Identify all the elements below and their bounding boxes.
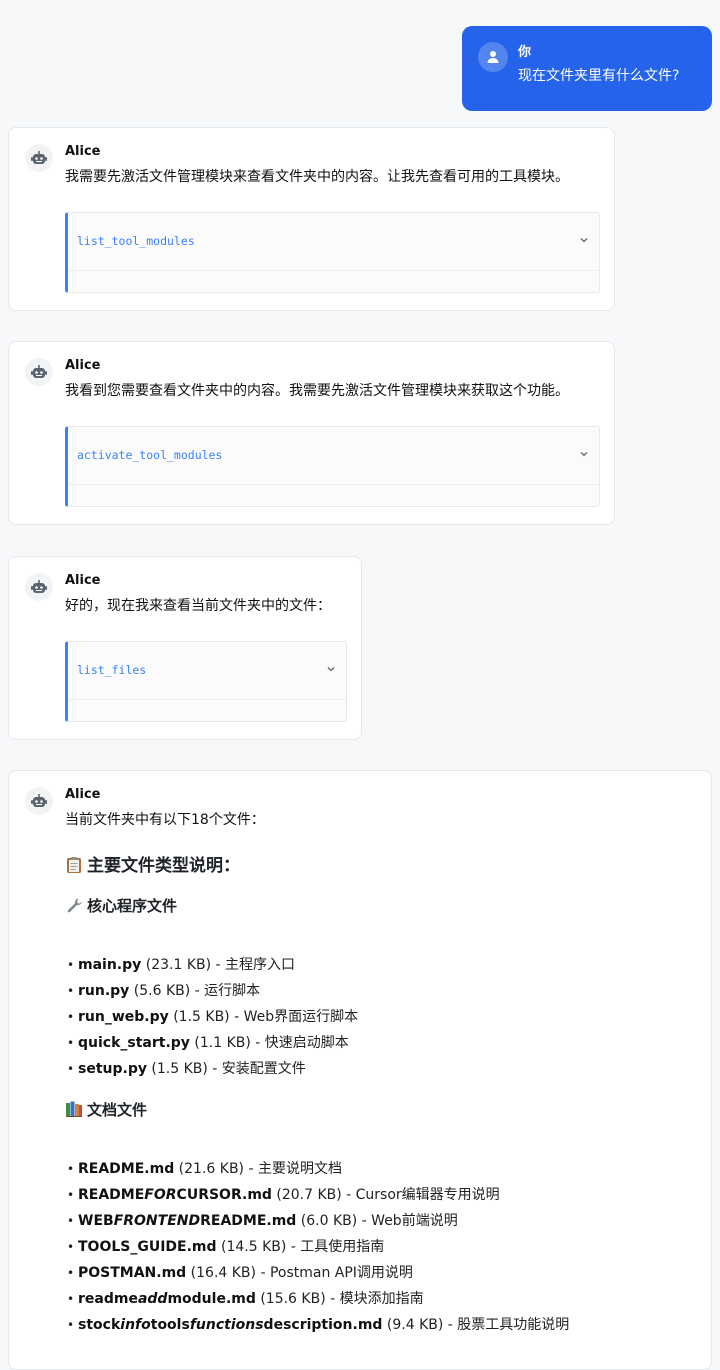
section-heading: 主要文件类型说明： (65, 851, 240, 876)
file-name: run.py (78, 983, 130, 999)
file-name: READMEFORCURSOR.md (78, 1187, 272, 1203)
robot-icon (31, 151, 47, 164)
file-detail: (21.6 KB) - 主要说明文档 (174, 1161, 342, 1177)
tool-call-panel[interactable]: activate_tool_modules (65, 426, 600, 507)
file-name: setup.py (78, 1061, 147, 1077)
subsection-heading: 文档文件 (65, 1099, 147, 1120)
tool-call-name: list_files (77, 663, 147, 677)
books-icon (66, 1101, 82, 1117)
message-text: 好的，现在我来查看当前文件夹中的文件： (65, 598, 331, 614)
message-text: 我需要先激活文件管理模块来查看文件夹中的内容。让我先查看可用的工具模块。 (65, 169, 569, 185)
chevron-down-icon[interactable] (326, 664, 336, 674)
file-detail: (20.7 KB) - Cursor编辑器专用说明 (271, 1187, 500, 1203)
file-list: README.md (21.6 KB) - 主要说明文档 READMEFORCU… (65, 1156, 569, 1338)
robot-icon (31, 365, 47, 378)
subsection-title: 文档文件 (87, 1101, 148, 1119)
user-avatar (478, 42, 508, 72)
bot-name: Alice (65, 573, 101, 588)
chevron-down-icon[interactable] (579, 235, 589, 245)
file-name: README.md (78, 1161, 175, 1177)
file-detail: (6.0 KB) - Web前端说明 (296, 1213, 458, 1229)
file-detail: (9.4 KB) - 股票工具功能说明 (382, 1317, 570, 1333)
file-detail: (14.5 KB) - 工具使用指南 (216, 1239, 385, 1255)
tool-call-header[interactable]: list_files (68, 642, 346, 700)
file-list: main.py (23.1 KB) - 主程序入口 run.py (5.6 KB… (65, 952, 358, 1082)
file-detail: (1.1 KB) - 快速启动脚本 (189, 1035, 349, 1051)
bot-avatar (25, 144, 53, 172)
assistant-message: Alice 我需要先激活文件管理模块来查看文件夹中的内容。让我先查看可用的工具模… (8, 127, 615, 311)
file-detail: (1.5 KB) - 安装配置文件 (146, 1061, 306, 1077)
bot-name: Alice (65, 144, 101, 159)
tool-call-header[interactable]: list_tool_modules (68, 213, 599, 271)
assistant-message: Alice 我看到您需要查看文件夹中的内容。我需要先激活文件管理模块来获取这个功… (8, 341, 615, 525)
bot-avatar (25, 573, 53, 601)
user-message-bubble: 你 现在文件夹里有什么文件? (462, 26, 712, 111)
user-icon (487, 51, 499, 63)
file-name: POSTMAN.md (78, 1265, 187, 1281)
assistant-message: Alice 好的，现在我来查看当前文件夹中的文件： list_files (8, 556, 362, 740)
tool-call-name: activate_tool_modules (77, 448, 223, 462)
user-name: 你 (518, 45, 532, 60)
file-name: WEBFRONTENDREADME.md (78, 1213, 297, 1229)
subsection-title: 核心程序文件 (87, 897, 178, 915)
message-text: 我看到您需要查看文件夹中的内容。我需要先激活文件管理模块来获取这个功能。 (65, 383, 569, 399)
file-name: TOOLS_GUIDE.md (78, 1239, 217, 1255)
list-item: stockinfotoolsfunctionsdescription.md (9… (67, 1312, 570, 1338)
list-item: setup.py (1.5 KB) - 安装配置文件 (67, 1056, 358, 1082)
bot-name: Alice (65, 358, 101, 373)
message-text: 当前文件夹中有以下18个文件： (65, 812, 265, 828)
list-item: POSTMAN.md (16.4 KB) - Postman API调用说明 (67, 1260, 569, 1286)
list-item: WEBFRONTENDREADME.md (6.0 KB) - Web前端说明 (67, 1208, 569, 1234)
list-item: quick_start.py (1.1 KB) - 快速启动脚本 (67, 1030, 358, 1056)
list-item: run_web.py (1.5 KB) - Web界面运行脚本 (67, 1004, 359, 1030)
list-item: run.py (5.6 KB) - 运行脚本 (67, 978, 358, 1004)
chevron-down-icon[interactable] (579, 449, 589, 459)
file-detail: (16.4 KB) - Postman API调用说明 (186, 1265, 413, 1281)
robot-icon (31, 580, 47, 593)
file-name: readmeaddmodule.md (78, 1291, 256, 1307)
file-name: main.py (78, 957, 142, 973)
file-detail: (1.5 KB) - Web界面运行脚本 (168, 1009, 359, 1025)
tool-call-panel[interactable]: list_files (65, 641, 347, 722)
file-name: run_web.py (78, 1009, 169, 1025)
assistant-message: Alice 当前文件夹中有以下18个文件： 主要文件类型说明： 核心程序文件 m… (8, 770, 712, 1370)
file-detail: (5.6 KB) - 运行脚本 (129, 983, 261, 999)
robot-icon (31, 794, 47, 807)
bot-avatar (25, 787, 53, 815)
list-item: readmeaddmodule.md (15.6 KB) - 模块添加指南 (67, 1286, 569, 1312)
list-item: TOOLS_GUIDE.md (14.5 KB) - 工具使用指南 (67, 1234, 569, 1260)
tool-call-name: list_tool_modules (77, 234, 195, 248)
wrench-icon (67, 898, 82, 913)
file-detail: (23.1 KB) - 主程序入口 (141, 957, 296, 973)
tool-call-header[interactable]: activate_tool_modules (68, 427, 599, 485)
user-message-text: 现在文件夹里有什么文件? (518, 68, 680, 84)
file-name: quick_start.py (78, 1035, 190, 1051)
bot-name: Alice (65, 787, 101, 802)
file-name: stockinfotoolsfunctionsdescription.md (78, 1317, 383, 1333)
list-item: main.py (23.1 KB) - 主程序入口 (67, 952, 358, 978)
clipboard-icon (67, 857, 81, 873)
list-item: READMEFORCURSOR.md (20.7 KB) - Cursor编辑器… (67, 1182, 569, 1208)
file-detail: (15.6 KB) - 模块添加指南 (255, 1291, 424, 1307)
bot-avatar (25, 358, 53, 386)
list-item: README.md (21.6 KB) - 主要说明文档 (67, 1156, 569, 1182)
heading-text: 主要文件类型说明： (87, 856, 240, 876)
tool-call-panel[interactable]: list_tool_modules (65, 212, 600, 293)
subsection-heading: 核心程序文件 (65, 895, 177, 916)
